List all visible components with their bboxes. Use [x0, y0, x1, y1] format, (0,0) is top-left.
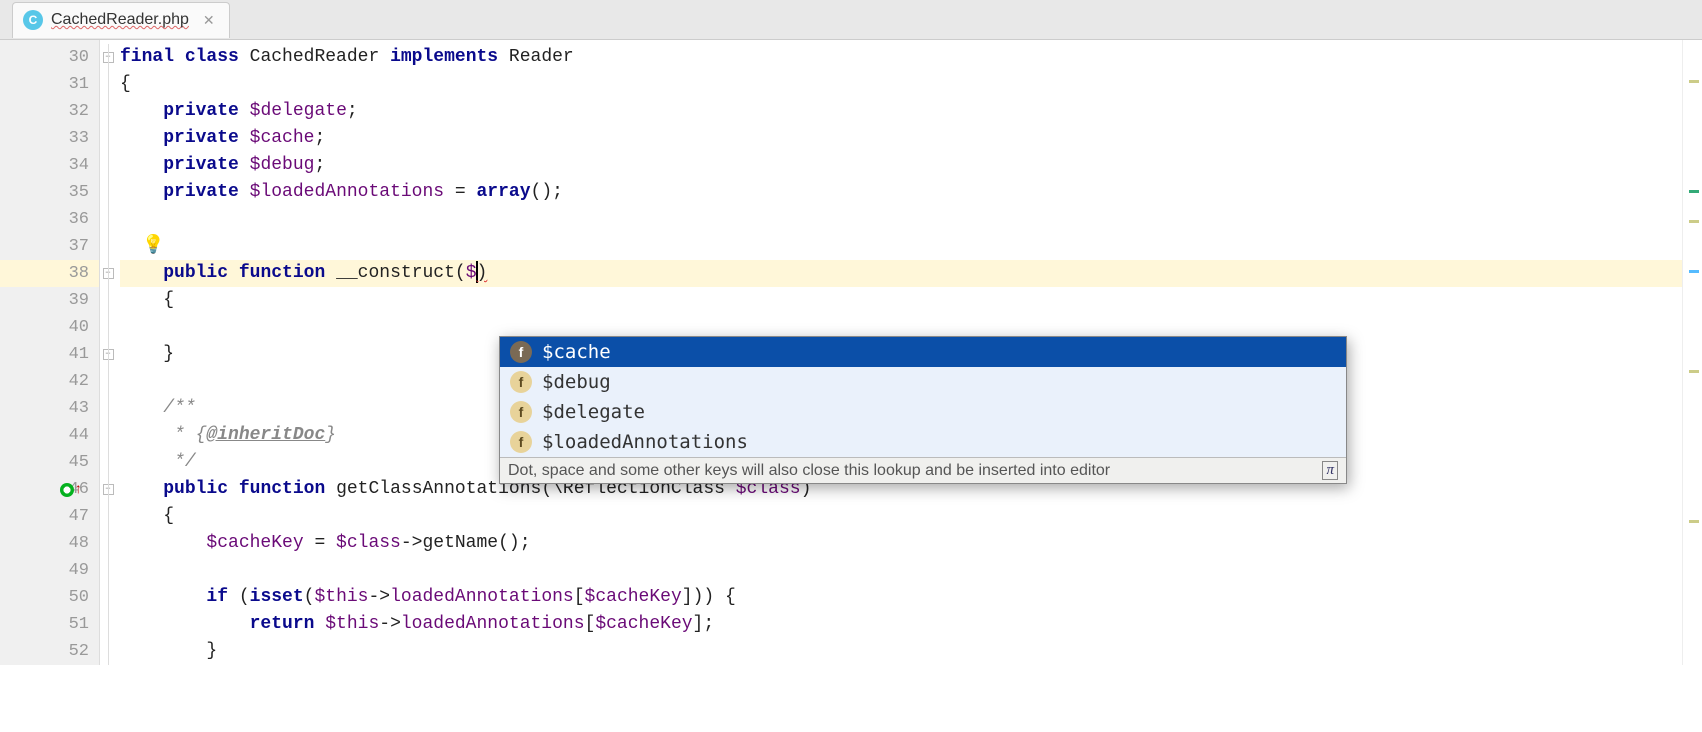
fold-cell	[100, 530, 116, 557]
fold-cell	[100, 611, 116, 638]
error-stripe-mark[interactable]	[1689, 370, 1699, 373]
intention-bulb-icon[interactable]: 💡	[142, 234, 164, 256]
code-line[interactable]	[120, 206, 1682, 233]
field-icon: f	[510, 431, 532, 453]
code-line[interactable]: if (isset($this->loadedAnnotations[$cach…	[120, 584, 1682, 611]
error-stripe[interactable]	[1682, 40, 1702, 665]
fold-cell: −	[100, 476, 116, 503]
fold-cell	[100, 449, 116, 476]
gutter-line-number[interactable]: 44	[0, 422, 99, 449]
gutter-line-number[interactable]: 32	[0, 98, 99, 125]
field-icon: f	[510, 341, 532, 363]
fold-cell	[100, 422, 116, 449]
fold-cell	[100, 71, 116, 98]
fold-cell	[100, 638, 116, 665]
gutter-line-number[interactable]: 34	[0, 152, 99, 179]
code-line[interactable]: public function __construct($)	[120, 260, 1682, 287]
completion-item[interactable]: f $cache	[500, 337, 1346, 367]
editor: 3031323334353637383940414243444546↑47484…	[0, 40, 1702, 665]
completion-item[interactable]: f $delegate	[500, 397, 1346, 427]
fold-cell	[100, 98, 116, 125]
error-stripe-mark[interactable]	[1689, 220, 1699, 223]
gutter-line-number[interactable]: 39	[0, 287, 99, 314]
code-line[interactable]	[120, 557, 1682, 584]
gutter-line-number[interactable]: 36	[0, 206, 99, 233]
arrow-up-icon: ↑	[74, 482, 82, 498]
gutter: 3031323334353637383940414243444546↑47484…	[0, 40, 100, 665]
gutter-line-number[interactable]: 33	[0, 125, 99, 152]
fold-cell	[100, 206, 116, 233]
tab-filename: CachedReader.php	[51, 11, 189, 29]
code-line[interactable]: private $cache;	[120, 125, 1682, 152]
gutter-line-number[interactable]: 49	[0, 557, 99, 584]
popup-hint: Dot, space and some other keys will also…	[500, 457, 1346, 483]
fold-cell: −	[100, 44, 116, 71]
error-stripe-mark[interactable]	[1689, 80, 1699, 83]
fold-cell	[100, 233, 116, 260]
gutter-line-number[interactable]: 37	[0, 233, 99, 260]
completion-label: $debug	[542, 371, 611, 393]
fold-cell	[100, 584, 116, 611]
completion-label: $delegate	[542, 401, 645, 423]
code-line[interactable]: private $delegate;	[120, 98, 1682, 125]
fold-cell	[100, 368, 116, 395]
code-line[interactable]: final class CachedReader implements Read…	[120, 44, 1682, 71]
fold-cell	[100, 395, 116, 422]
gutter-line-number[interactable]: 41	[0, 341, 99, 368]
gutter-line-number[interactable]: 45	[0, 449, 99, 476]
php-class-icon: C	[23, 10, 43, 30]
code-line[interactable]: {	[120, 503, 1682, 530]
error-stripe-mark[interactable]	[1689, 520, 1699, 523]
code-line[interactable]	[120, 233, 1682, 260]
code-line[interactable]: }	[120, 638, 1682, 665]
gutter-line-number[interactable]: 43	[0, 395, 99, 422]
fold-cell	[100, 503, 116, 530]
fold-cell: −	[100, 260, 116, 287]
code-line[interactable]: private $debug;	[120, 152, 1682, 179]
gutter-line-number[interactable]: 46↑	[0, 476, 99, 503]
code-line[interactable]: {	[120, 71, 1682, 98]
popup-hint-text: Dot, space and some other keys will also…	[508, 462, 1110, 480]
fold-cell	[100, 314, 116, 341]
gutter-line-number[interactable]: 30	[0, 44, 99, 71]
gutter-line-number[interactable]: 52	[0, 638, 99, 665]
completion-item[interactable]: f $debug	[500, 367, 1346, 397]
gutter-line-number[interactable]: 48	[0, 530, 99, 557]
gutter-line-number[interactable]: 42	[0, 368, 99, 395]
completion-item[interactable]: f $loadedAnnotations	[500, 427, 1346, 457]
gutter-line-number[interactable]: 51	[0, 611, 99, 638]
gutter-line-number[interactable]: 47	[0, 503, 99, 530]
pi-icon[interactable]: π	[1322, 461, 1338, 480]
fold-cell	[100, 179, 116, 206]
field-icon: f	[510, 371, 532, 393]
completion-label: $cache	[542, 341, 611, 363]
fold-cell	[100, 557, 116, 584]
file-tab[interactable]: C CachedReader.php ✕	[12, 2, 230, 38]
autocomplete-popup: f $cache f $debug f $delegate f $loadedAnnotati…	[499, 336, 1347, 484]
field-icon: f	[510, 401, 532, 423]
gutter-line-number[interactable]: 38	[0, 260, 99, 287]
code-line[interactable]: {	[120, 287, 1682, 314]
fold-column: − − − −	[100, 40, 116, 665]
gutter-line-number[interactable]: 31	[0, 71, 99, 98]
code-line[interactable]: return $this->loadedAnnotations[$cacheKe…	[120, 611, 1682, 638]
fold-cell	[100, 287, 116, 314]
tab-bar: C CachedReader.php ✕	[0, 0, 1702, 40]
code-line[interactable]: private $loadedAnnotations = array();	[120, 179, 1682, 206]
code-line[interactable]: $cacheKey = $class->getName();	[120, 530, 1682, 557]
fold-cell	[100, 125, 116, 152]
gutter-line-number[interactable]: 50	[0, 584, 99, 611]
error-stripe-mark[interactable]	[1689, 190, 1699, 193]
error-stripe-mark[interactable]	[1689, 270, 1699, 273]
close-icon[interactable]: ✕	[203, 12, 215, 29]
completion-label: $loadedAnnotations	[542, 431, 748, 453]
fold-cell: −	[100, 341, 116, 368]
gutter-line-number[interactable]: 35	[0, 179, 99, 206]
fold-cell	[100, 152, 116, 179]
gutter-line-number[interactable]: 40	[0, 314, 99, 341]
